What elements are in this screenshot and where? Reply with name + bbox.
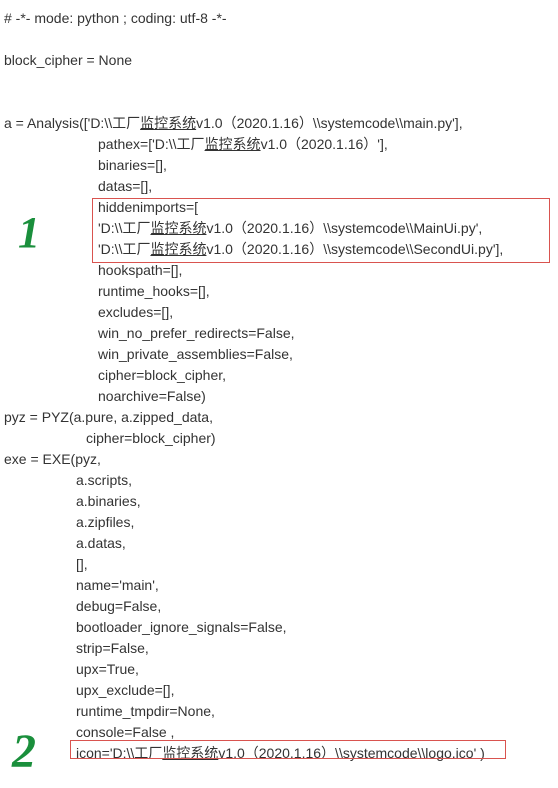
annotation-marker-2: 2 (12, 716, 36, 788)
datas-line: datas=[], (4, 176, 554, 197)
exe-upx-line: upx=True, (4, 659, 554, 680)
text: 'D:\\工厂 (98, 220, 150, 236)
hookspath-line: hookspath=[], (4, 260, 554, 281)
pathex-line: pathex=['D:\\工厂监控系统v1.0（2020.1.16）'], (4, 134, 554, 155)
pyz-cipher-line: cipher=block_cipher) (4, 428, 554, 449)
chinese-path-link[interactable]: 监控系统 (140, 115, 196, 131)
exe-icon-line: icon='D:\\工厂监控系统v1.0（2020.1.16）\\systemc… (4, 743, 554, 764)
exe-strip-line: strip=False, (4, 638, 554, 659)
code-line: block_cipher = None (4, 50, 554, 71)
exe-empty-line: [], (4, 554, 554, 575)
exe-datas-line: a.datas, (4, 533, 554, 554)
hiddenimports-line: hiddenimports=[ (4, 197, 554, 218)
runtime-hooks-line: runtime_hooks=[], (4, 281, 554, 302)
exe-upxexclude-line: upx_exclude=[], (4, 680, 554, 701)
exe-name-line: name='main', (4, 575, 554, 596)
text: v1.0（2020.1.16）\\systemcode\\logo.ico' ) (218, 745, 484, 761)
win-assemblies-line: win_private_assemblies=False, (4, 344, 554, 365)
blank-line (4, 71, 554, 92)
win-redirects-line: win_no_prefer_redirects=False, (4, 323, 554, 344)
cipher-line: cipher=block_cipher, (4, 365, 554, 386)
text: a = Analysis(['D:\\工厂 (4, 115, 140, 131)
text: v1.0（2020.1.16）'], (261, 136, 388, 152)
hiddenimports-item: 'D:\\工厂监控系统v1.0（2020.1.16）\\systemcode\\… (4, 239, 554, 260)
hiddenimports-item: 'D:\\工厂监控系统v1.0（2020.1.16）\\systemcode\\… (4, 218, 554, 239)
exe-debug-line: debug=False, (4, 596, 554, 617)
blank-line (4, 29, 554, 50)
text: v1.0（2020.1.16）\\systemcode\\MainUi.py', (206, 220, 482, 236)
exe-tmpdir-line: runtime_tmpdir=None, (4, 701, 554, 722)
chinese-path-link[interactable]: 监控系统 (150, 241, 206, 257)
code-line: # -*- mode: python ; coding: utf-8 -*- (4, 8, 554, 29)
excludes-line: excludes=[], (4, 302, 554, 323)
text: v1.0（2020.1.16）\\systemcode\\SecondUi.py… (206, 241, 503, 257)
exe-binaries-line: a.binaries, (4, 491, 554, 512)
chinese-path-link[interactable]: 监控系统 (162, 745, 218, 761)
pyz-line: pyz = PYZ(a.pure, a.zipped_data, (4, 407, 554, 428)
exe-console-line: console=False , (4, 722, 554, 743)
text: v1.0（2020.1.16）\\systemcode\\main.py'], (196, 115, 462, 131)
analysis-line: a = Analysis(['D:\\工厂监控系统v1.0（2020.1.16）… (4, 113, 554, 134)
text: 'D:\\工厂 (98, 241, 150, 257)
text: icon='D:\\工厂 (76, 745, 162, 761)
chinese-path-link[interactable]: 监控系统 (205, 136, 261, 152)
text: pathex=['D:\\工厂 (98, 136, 205, 152)
binaries-line: binaries=[], (4, 155, 554, 176)
exe-scripts-line: a.scripts, (4, 470, 554, 491)
exe-zipfiles-line: a.zipfiles, (4, 512, 554, 533)
noarchive-line: noarchive=False) (4, 386, 554, 407)
exe-line: exe = EXE(pyz, (4, 449, 554, 470)
exe-bootloader-line: bootloader_ignore_signals=False, (4, 617, 554, 638)
blank-line (4, 92, 554, 113)
annotation-marker-1: 1 (18, 200, 40, 266)
chinese-path-link[interactable]: 监控系统 (150, 220, 206, 236)
